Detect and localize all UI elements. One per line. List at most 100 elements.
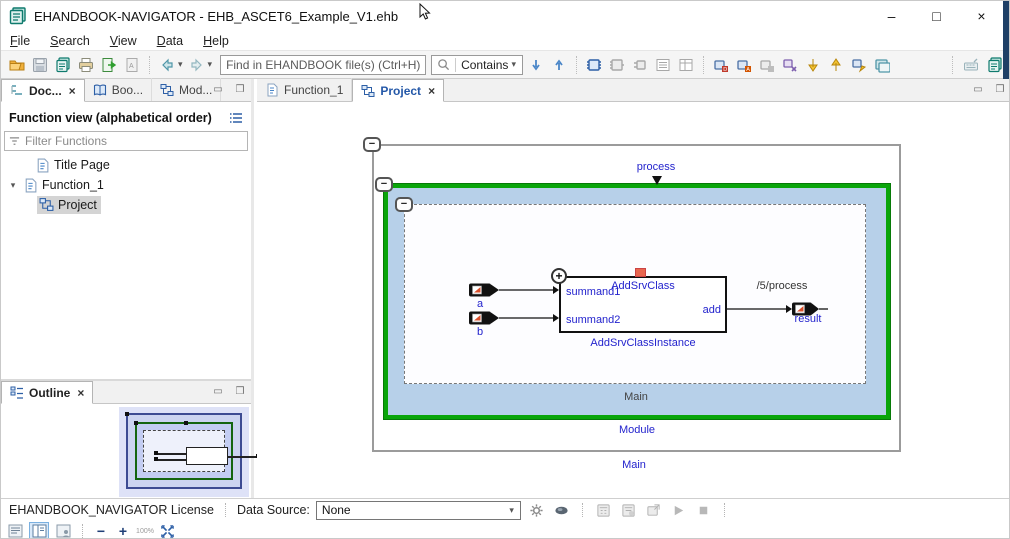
cross-references-icon[interactable] xyxy=(780,55,800,75)
tab-document-view[interactable]: Doc... × xyxy=(1,79,85,102)
back-icon[interactable] xyxy=(157,55,177,75)
panel-minimize-icon[interactable]: ▭ xyxy=(211,384,225,398)
data-source-settings-icon[interactable] xyxy=(527,502,546,519)
tab-close-icon[interactable]: × xyxy=(77,386,84,400)
panel-minimize-icon[interactable]: ▭ xyxy=(971,82,985,96)
menu-data[interactable]: Data xyxy=(157,34,183,48)
left-tab-strip: Doc... × Boo... Mod... ▭ ❒ xyxy=(1,78,251,102)
view-menu-icon[interactable] xyxy=(229,112,243,124)
document-icon xyxy=(267,83,278,96)
tree-item-label: Project xyxy=(58,197,97,212)
export-experiment-disabled-icon[interactable] xyxy=(644,502,663,519)
tab-outline[interactable]: Outline × xyxy=(1,381,94,404)
window-edge-strip xyxy=(1003,1,1009,79)
forward-icon[interactable] xyxy=(187,55,207,75)
stop-experiment-disabled-icon[interactable] xyxy=(694,502,713,519)
presenter-view-icon[interactable] xyxy=(53,522,73,538)
tree-item-title-page[interactable]: Title Page xyxy=(1,155,251,175)
visualization-icon[interactable] xyxy=(552,502,571,519)
zoom-reset-button[interactable]: 100% xyxy=(136,528,154,535)
tab-close-icon[interactable]: × xyxy=(428,84,435,98)
minimize-button[interactable]: – xyxy=(869,1,914,31)
tree-item-label: Function_1 xyxy=(42,178,104,192)
tab-book-view[interactable]: Boo... xyxy=(85,78,153,101)
tab-close-icon[interactable]: × xyxy=(69,84,76,98)
menu-help[interactable]: Help xyxy=(203,34,229,48)
panel-minimize-icon[interactable]: ▭ xyxy=(211,82,225,96)
pdf-export-icon[interactable]: A xyxy=(122,55,142,75)
show-data-icon[interactable]: D xyxy=(711,55,731,75)
svg-text:A: A xyxy=(746,67,750,73)
diagram-canvas[interactable]: process − − − AddSrvClass summand1 summa… xyxy=(257,102,1009,498)
navigate-up-icon[interactable] xyxy=(826,55,846,75)
outline-thumbnail[interactable] xyxy=(119,407,260,497)
collapse-module-button[interactable]: − xyxy=(375,177,393,192)
contains-dropdown[interactable]: Contains xyxy=(461,58,508,72)
tab-function-1[interactable]: Function_1 xyxy=(257,78,353,101)
find-input[interactable] xyxy=(220,54,427,75)
result-label: result xyxy=(794,313,822,325)
print-icon[interactable] xyxy=(76,55,96,75)
list-view-disabled-icon[interactable] xyxy=(653,55,673,75)
save-icon[interactable] xyxy=(30,55,50,75)
calibration-disabled-icon[interactable] xyxy=(594,502,613,519)
find-next-icon[interactable] xyxy=(526,55,546,75)
ehandbook-window-icon[interactable] xyxy=(985,55,1005,75)
function-view-header: Function view (alphabetical order) xyxy=(1,102,251,131)
show-extra-disabled-icon[interactable] xyxy=(757,55,777,75)
fit-to-view-icon[interactable] xyxy=(158,523,177,539)
keyboard-shortcuts-icon[interactable] xyxy=(961,55,981,75)
navigate-down-icon[interactable] xyxy=(803,55,823,75)
menu-view[interactable]: View xyxy=(110,34,137,48)
open-in-window-icon[interactable] xyxy=(872,55,892,75)
measurement-disabled-icon[interactable] xyxy=(619,502,638,519)
navigate-ref-icon[interactable] xyxy=(849,55,869,75)
model-view-icon[interactable] xyxy=(584,55,604,75)
tree-item-project[interactable]: Project xyxy=(1,195,251,215)
window-title: EHANDBOOK-NAVIGATOR - EHB_ASCET6_Example… xyxy=(34,8,399,24)
main-toolbar: A ▾ ▾ Contains ▾ D A xyxy=(1,50,1009,79)
forward-history-caret-icon[interactable]: ▾ xyxy=(208,59,213,70)
show-annotations-icon[interactable]: A xyxy=(734,55,754,75)
find-previous-icon[interactable] xyxy=(549,55,569,75)
panel-maximize-icon[interactable]: ❒ xyxy=(233,384,247,398)
filter-functions-input[interactable] xyxy=(25,134,243,148)
divider xyxy=(723,503,725,517)
contains-caret-icon[interactable]: ▾ xyxy=(511,59,516,70)
maximize-button[interactable]: □ xyxy=(914,1,959,31)
menu-file[interactable]: File xyxy=(10,34,30,48)
tab-project[interactable]: Project × xyxy=(352,79,445,102)
tree-item-function-1[interactable]: ▾ Function_1 xyxy=(1,175,251,195)
expand-block-button[interactable]: + xyxy=(551,268,567,284)
zoom-out-button[interactable]: − xyxy=(92,523,110,538)
export-icon[interactable] xyxy=(99,55,119,75)
module-label: Module xyxy=(618,424,656,436)
chevron-down-icon[interactable]: ▾ xyxy=(7,180,19,191)
breakpoint-marker[interactable] xyxy=(635,268,646,277)
collapse-project-button[interactable]: − xyxy=(363,137,381,152)
tab-label: Project xyxy=(380,83,422,98)
collapse-main-button[interactable]: − xyxy=(395,197,413,212)
back-history-caret-icon[interactable]: ▾ xyxy=(178,59,183,70)
title-bar: EHANDBOOK-NAVIGATOR - EHB_ASCET6_Example… xyxy=(1,1,1009,31)
instance-name-label: AddSrvClassInstance xyxy=(590,337,696,349)
split-view-icon[interactable] xyxy=(29,522,49,538)
start-experiment-disabled-icon[interactable] xyxy=(669,502,688,519)
addsrvclass-block[interactable]: AddSrvClass summand1 summand2 add xyxy=(559,276,727,333)
table-view-disabled-icon[interactable] xyxy=(676,55,696,75)
status-bar: EHANDBOOK_NAVIGATOR License Data Source:… xyxy=(1,498,1009,539)
close-button[interactable]: × xyxy=(959,1,1004,31)
app-logo-icon xyxy=(9,7,26,25)
open-file-icon[interactable] xyxy=(7,55,27,75)
panel-maximize-icon[interactable]: ❒ xyxy=(233,82,247,96)
data-source-select[interactable]: None ▾ xyxy=(315,500,521,520)
single-page-view-icon[interactable] xyxy=(5,522,25,538)
zoom-in-button[interactable]: + xyxy=(114,523,132,538)
module-view-disabled-icon[interactable] xyxy=(607,55,627,75)
ehandbook-file-icon[interactable] xyxy=(53,55,73,75)
panel-maximize-icon[interactable]: ❒ xyxy=(993,82,1007,96)
menu-search[interactable]: Search xyxy=(50,34,90,48)
sub-block-disabled-icon[interactable] xyxy=(630,55,650,75)
outline-icon xyxy=(10,386,23,399)
toolbar-separator xyxy=(575,55,577,74)
